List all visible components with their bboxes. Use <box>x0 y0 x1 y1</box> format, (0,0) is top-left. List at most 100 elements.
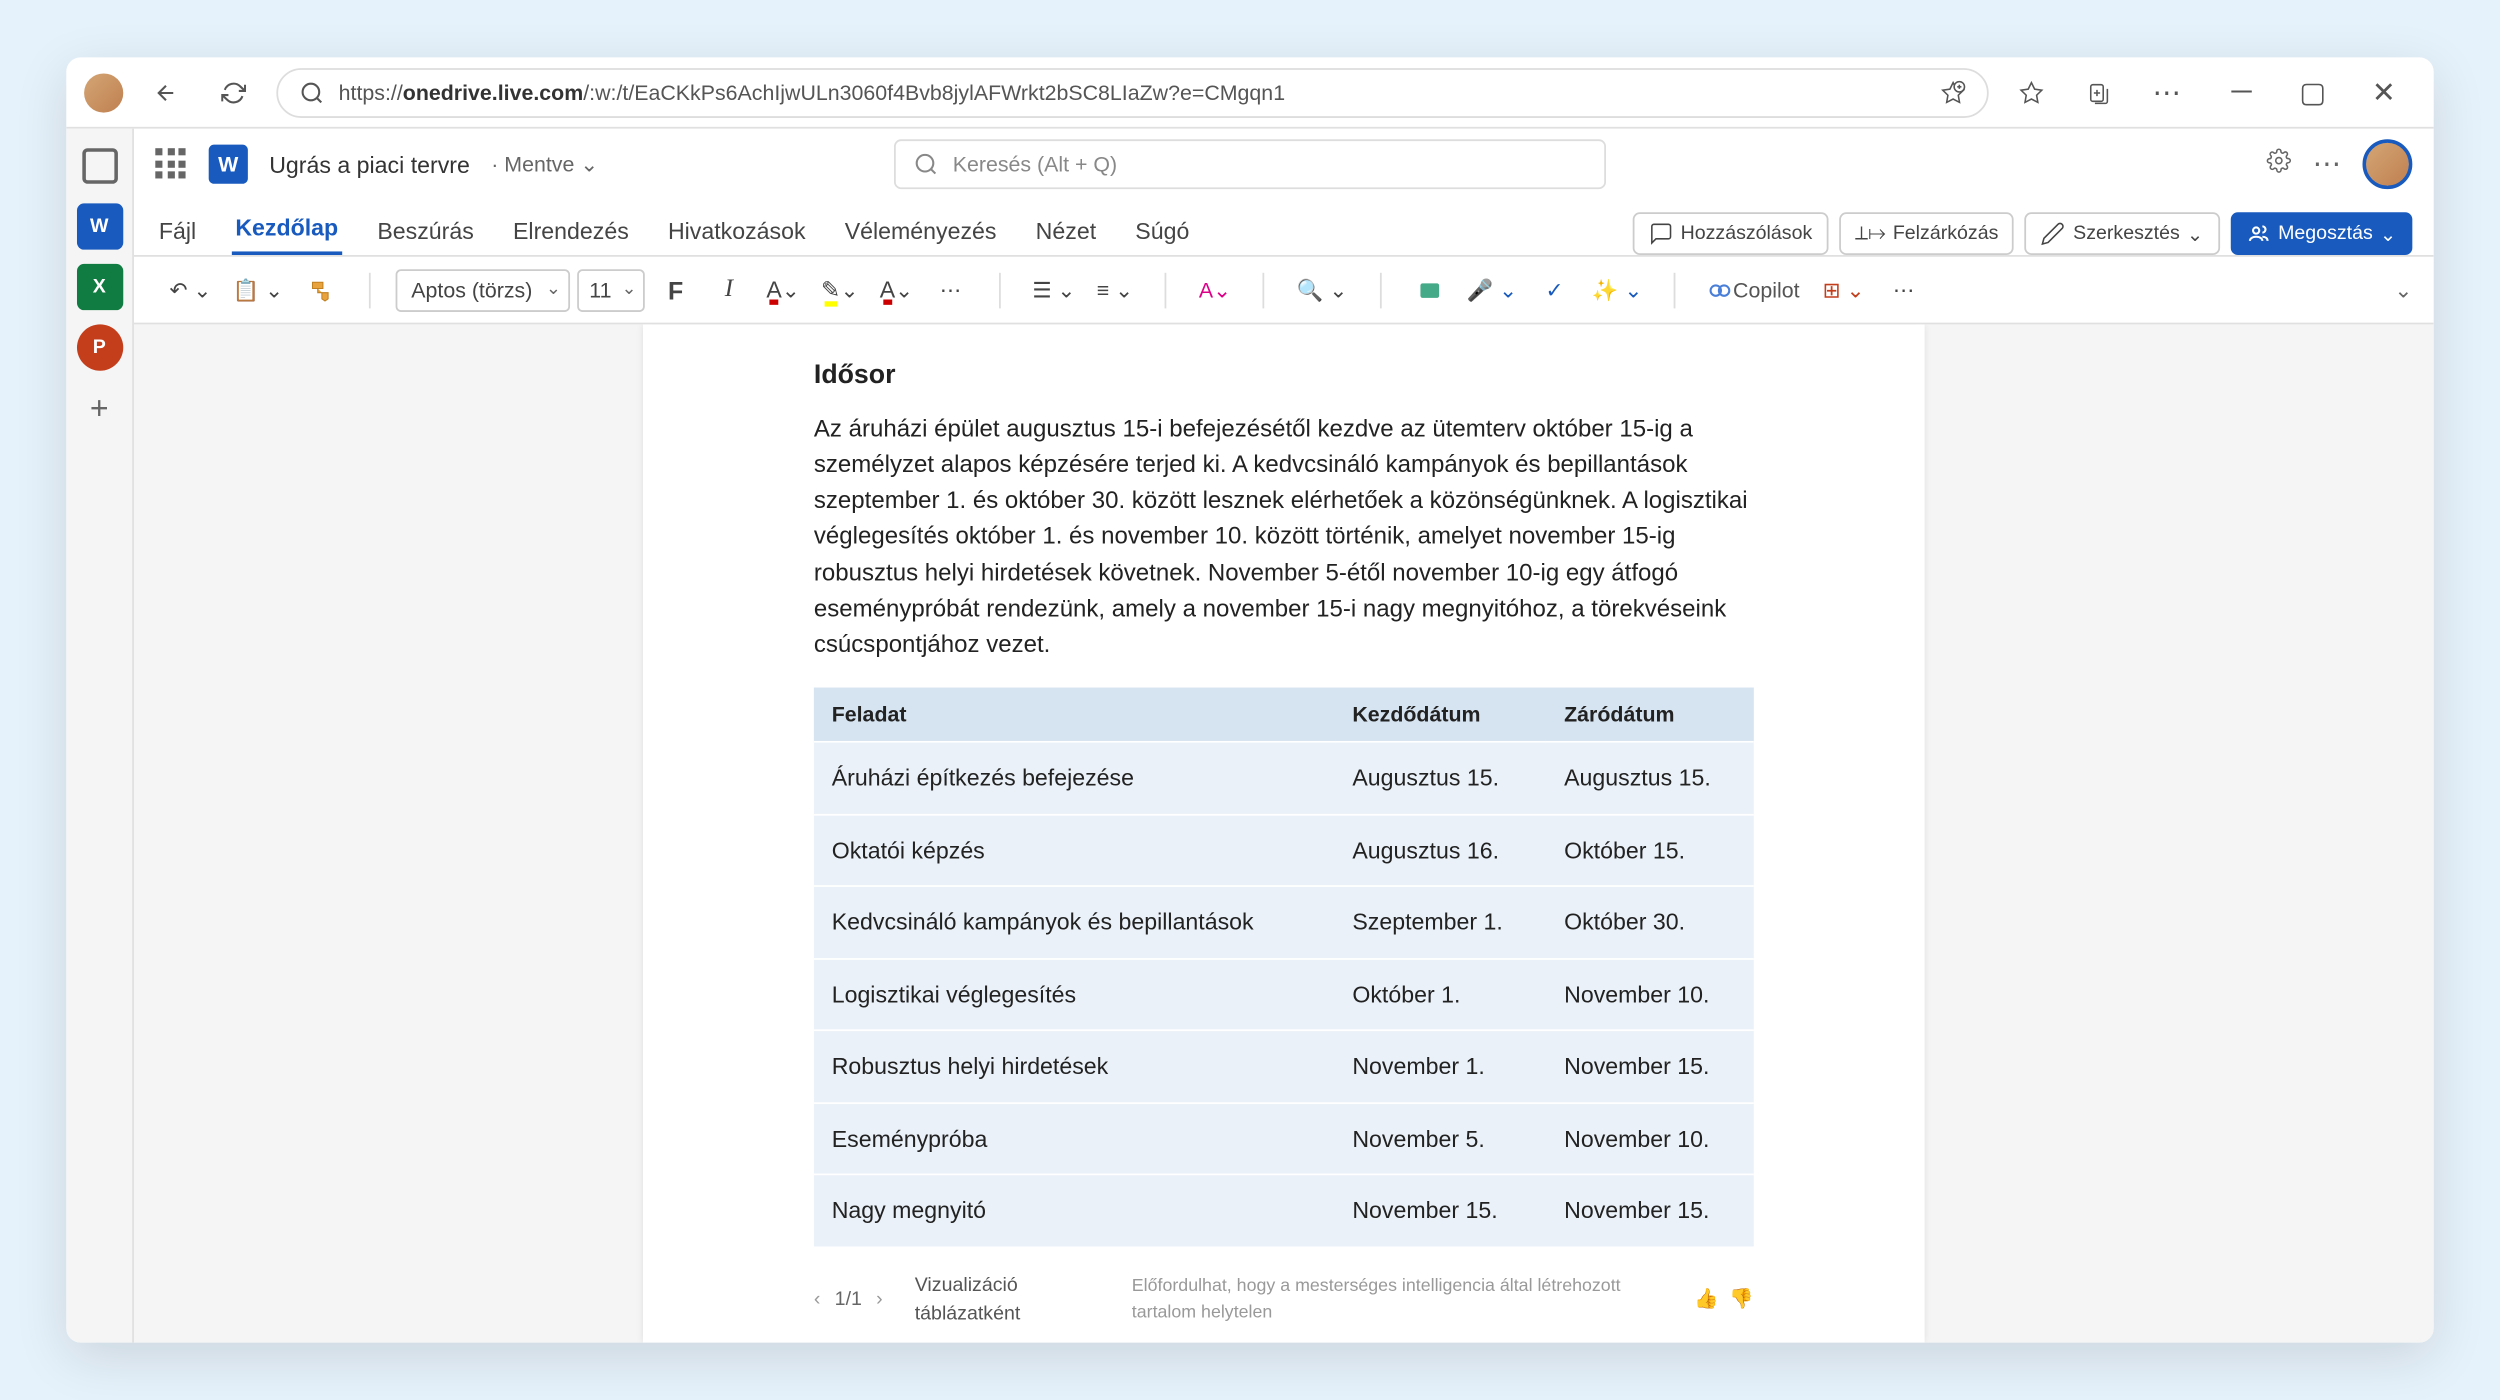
tab-file[interactable]: Fájl <box>155 207 199 255</box>
url-text: https://onedrive.live.com/:w:/t/EaCKkPs6… <box>339 80 1927 105</box>
th-feladat: Feladat <box>814 688 1335 742</box>
table-cell: Szeptember 1. <box>1335 886 1547 958</box>
table-cell: Október 1. <box>1335 959 1547 1031</box>
back-button[interactable] <box>141 67 191 117</box>
bold-button[interactable]: F <box>652 267 698 313</box>
tab-help[interactable]: Súgó <box>1132 207 1193 255</box>
font-family-select[interactable]: Aptos (törzs) <box>395 268 569 311</box>
italic-button[interactable]: I <box>706 267 752 313</box>
tab-references[interactable]: Hivatkozások <box>664 207 809 255</box>
clear-format-button[interactable]: A⌄ <box>1192 267 1238 313</box>
highlight-button[interactable]: ✎ ⌄ <box>814 267 866 313</box>
rail-powerpoint-icon[interactable]: P <box>76 324 122 370</box>
toolbar: ↶ ⌄ 📋 ⌄ Aptos (törzs) 11 F I A ⌄ ✎ ⌄ A ⌄… <box>134 257 2434 325</box>
editing-mode-button[interactable]: Szerkesztés ⌄ <box>2025 212 2219 255</box>
copilot-button[interactable]: Copilot <box>1701 267 1807 313</box>
table-row: Logisztikai véglegesítésOktóber 1.Novemb… <box>814 959 1754 1031</box>
paste-button[interactable]: 📋 ⌄ <box>226 267 291 313</box>
saved-status: · Mentve ⌄ <box>491 152 598 177</box>
tab-review[interactable]: Véleményezés <box>841 207 1000 255</box>
app-window: https://onedrive.live.com/:w:/t/EaCKkPs6… <box>66 57 2433 1342</box>
table-cell: Eseménypróba <box>814 1103 1335 1175</box>
table-cell: Kedvcsináló kampányok és bepillantások <box>814 886 1335 958</box>
next-result-icon[interactable]: › <box>876 1286 883 1315</box>
app-launcher-icon[interactable] <box>155 148 187 180</box>
rail-word-icon[interactable]: W <box>76 203 122 249</box>
minimize-button[interactable]: ─ <box>2209 67 2273 117</box>
heading-idosor: Idősor <box>814 356 1754 396</box>
prev-result-icon[interactable]: ‹ <box>814 1286 821 1315</box>
timeline-table: Feladat Kezdődátum Záródátum Áruházi épí… <box>814 688 1754 1246</box>
table-row: EseménypróbaNovember 5.November 10. <box>814 1103 1754 1175</box>
table-cell: Robusztus helyi hirdetések <box>814 1031 1335 1103</box>
share-button[interactable]: Megosztás ⌄ <box>2230 212 2412 255</box>
table-cell: Augusztus 15. <box>1335 742 1547 814</box>
title-row: W Ugrás a piaci tervre · Mentve ⌄ Keresé… <box>134 129 2434 200</box>
toolbar-more-icon[interactable]: ⋯ <box>1880 267 1926 313</box>
word-app-icon: W <box>209 145 248 184</box>
rail-add-icon[interactable]: + <box>76 385 122 431</box>
find-button[interactable]: 🔍 ⌄ <box>1290 267 1355 313</box>
table-cell: Áruházi építkezés befejezése <box>814 742 1335 814</box>
table-cell: November 10. <box>1546 959 1753 1031</box>
undo-button[interactable]: ↶ ⌄ <box>162 267 218 313</box>
table-cell: November 15. <box>1546 1175 1753 1246</box>
tab-view[interactable]: Nézet <box>1032 207 1100 255</box>
more-font-icon[interactable]: ⋯ <box>927 267 973 313</box>
font-size-select[interactable]: 11 <box>577 268 645 311</box>
immersive-reader-icon[interactable] <box>1406 267 1452 313</box>
document-page: Idősor Az áruházi épület augusztus 15-i … <box>643 324 1925 1342</box>
thumbs-down-icon[interactable]: 👎 <box>1729 1286 1753 1315</box>
designer-button[interactable]: ✨ ⌄ <box>1585 267 1650 313</box>
styles-grid-icon[interactable]: ⊞ ⌄ <box>1816 267 1872 313</box>
account-avatar[interactable] <box>2363 139 2413 189</box>
table-cell: Oktatói képzés <box>814 814 1335 886</box>
format-painter-button[interactable] <box>297 267 343 313</box>
editor-button[interactable]: ✓ <box>1531 267 1577 313</box>
tab-layout[interactable]: Elrendezés <box>509 207 632 255</box>
close-button[interactable]: ✕ <box>2352 67 2416 117</box>
url-bar[interactable]: https://onedrive.live.com/:w:/t/EaCKkPs6… <box>276 67 1988 117</box>
table-row: Áruházi építkezés befejezéseAugusztus 15… <box>814 742 1754 814</box>
th-kezdodatum: Kezdődátum <box>1335 688 1547 742</box>
profile-avatar-icon[interactable] <box>84 73 123 112</box>
search-input[interactable]: Keresés (Alt + Q) <box>894 139 1606 189</box>
bullets-button[interactable]: ☰ ⌄ <box>1025 267 1082 313</box>
document-canvas[interactable]: Idősor Az áruházi épület augusztus 15-i … <box>134 324 2434 1342</box>
catchup-button[interactable]: ⟂↦Felzárkózás <box>1839 212 2014 255</box>
thumbs-up-icon[interactable]: 👍 <box>1694 1286 1718 1315</box>
body-text: Az áruházi épület augusztus 15-i befejez… <box>814 411 1754 663</box>
table-row: Oktatói képzésAugusztus 16.Október 15. <box>814 814 1754 886</box>
collections-icon[interactable] <box>2074 67 2124 117</box>
rail-tabs-icon[interactable] <box>76 143 122 189</box>
align-button[interactable]: ≡ ⌄ <box>1090 267 1141 313</box>
table-cell: November 15. <box>1335 1175 1547 1246</box>
underline-button[interactable]: A ⌄ <box>759 267 807 313</box>
dictate-button[interactable]: 🎤 ⌄ <box>1459 267 1524 313</box>
table-row: Kedvcsináló kampányok és bepillantásokSz… <box>814 886 1754 958</box>
maximize-button[interactable]: ▢ <box>2281 67 2345 117</box>
search-icon <box>299 80 324 105</box>
font-color-button[interactable]: A ⌄ <box>873 267 921 313</box>
comments-button[interactable]: Hozzászólások <box>1633 212 1829 255</box>
browser-more-icon[interactable]: ⋯ <box>2142 67 2192 117</box>
refresh-button[interactable] <box>209 67 259 117</box>
table-cell: November 1. <box>1335 1031 1547 1103</box>
tab-insert[interactable]: Beszúrás <box>374 207 478 255</box>
table-cell: Augusztus 16. <box>1335 814 1547 886</box>
favorites-icon[interactable] <box>2007 67 2057 117</box>
table-cell: November 15. <box>1546 1031 1753 1103</box>
table-cell: Augusztus 15. <box>1546 742 1753 814</box>
favorite-add-icon[interactable] <box>1941 80 1966 105</box>
table-cell: Október 15. <box>1546 814 1753 886</box>
table-row: Nagy megnyitóNovember 15.November 15. <box>814 1175 1754 1246</box>
more-options-icon[interactable]: ⋯ <box>2313 146 2341 182</box>
ribbon-expand-icon[interactable]: ⌄ <box>2394 277 2412 302</box>
ai-disclaimer: Előfordulhat, hogy a mesterséges intelli… <box>1132 1274 1680 1327</box>
tab-home[interactable]: Kezdőlap <box>232 203 342 255</box>
document-title[interactable]: Ugrás a piaci tervre <box>269 151 470 178</box>
table-cell: November 10. <box>1546 1103 1753 1175</box>
rail-excel-icon[interactable]: X <box>76 264 122 310</box>
settings-icon[interactable] <box>2266 147 2291 181</box>
ribbon-tabs: Fájl Kezdőlap Beszúrás Elrendezés Hivatk… <box>134 200 2434 257</box>
